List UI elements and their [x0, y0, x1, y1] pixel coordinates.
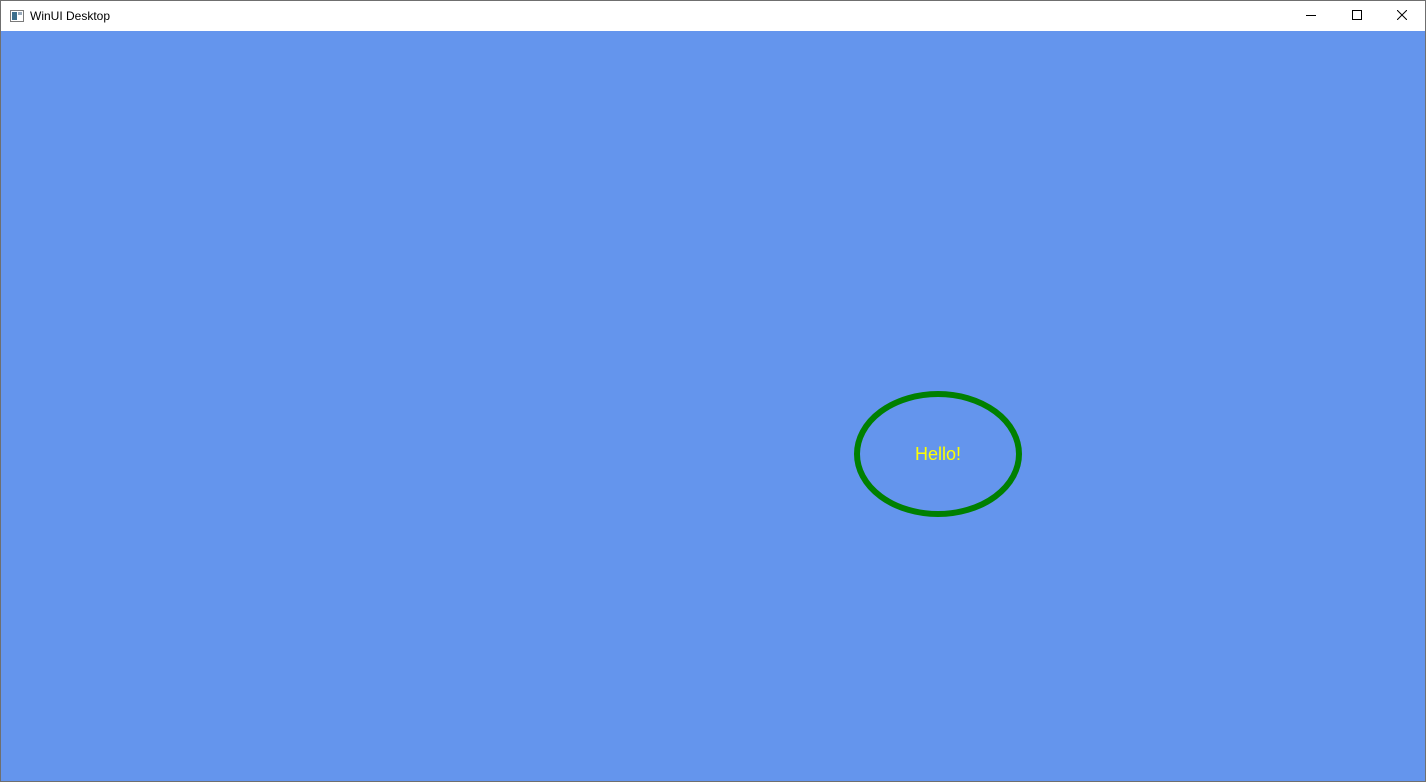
window-title: WinUI Desktop [30, 9, 111, 23]
content-area: Hello! [1, 31, 1425, 781]
app-window: WinUI Desktop Hello! [0, 0, 1426, 782]
maximize-icon [1352, 7, 1362, 25]
hello-text: Hello! [914, 443, 962, 464]
close-icon [1396, 7, 1408, 25]
minimize-icon [1306, 7, 1316, 25]
app-window-icon [9, 8, 25, 24]
title-bar[interactable]: WinUI Desktop [1, 1, 1425, 31]
close-button[interactable] [1379, 1, 1425, 31]
minimize-button[interactable] [1288, 1, 1334, 31]
maximize-button[interactable] [1334, 1, 1380, 31]
